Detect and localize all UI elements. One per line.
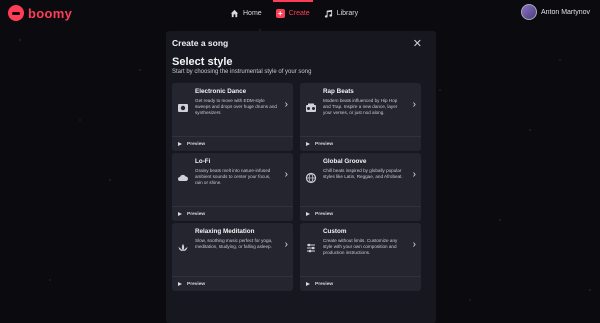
chevron-right-icon: › [412,169,416,180]
play-icon [178,282,182,286]
chevron-right-icon: › [412,99,416,110]
main-nav: Home + Create Library [230,0,358,26]
section-subtitle: Start by choosing the instrumental style… [172,69,312,75]
card-description: Create without limits. Customize any sty… [323,238,398,256]
card-description: Get ready to move with EDM-style sweeps … [195,98,277,116]
speaker-icon [178,104,188,112]
preview-label: Preview [187,281,206,287]
chevron-right-icon: › [284,169,288,180]
create-icon: + [275,8,285,18]
avatar [520,4,537,20]
logo-mark-icon [8,5,24,21]
play-icon [306,282,310,286]
play-icon [178,142,182,146]
preview-label: Preview [315,141,334,147]
style-card-rap-beats[interactable]: Rap Beats Modern beats influenced by Hip… [300,83,421,151]
nav-home[interactable]: Home [230,0,262,26]
card-title: Relaxing Meditation [195,228,255,235]
nav-home-label: Home [243,9,262,17]
music-note-icon [324,9,332,18]
card-title: Lo-Fi [195,158,211,165]
globe-icon [305,172,317,184]
play-icon [178,212,182,216]
chevron-right-icon: › [284,239,288,250]
card-description: Chill beats inspired by globally popular… [323,168,403,180]
user-name: Anton Martynov [540,8,590,16]
card-title: Rap Beats [323,88,354,95]
style-card-custom[interactable]: Custom Create without limits. Customize … [300,223,421,291]
preview-button[interactable]: Preview [172,276,293,291]
play-icon [306,212,310,216]
nav-create-label: Create [288,9,310,17]
preview-button[interactable]: Preview [300,206,421,221]
cloud-icon [178,174,189,181]
card-description: Slow, soothing music perfect for yoga, m… [195,238,273,250]
chevron-right-icon: › [284,99,288,110]
top-navigation: boomy Home + Create Library Anton Martyn… [0,0,600,26]
modal-title: Create a song [172,38,229,48]
preview-label: Preview [315,211,334,217]
card-description: Grainy beats melt into nature-infused am… [195,168,271,186]
sliders-icon [307,243,315,253]
user-menu[interactable]: Anton Martynov [520,4,590,20]
preview-label: Preview [187,211,206,217]
lotus-icon [178,244,188,252]
card-title: Custom [323,228,347,235]
nav-create[interactable]: + Create [272,0,313,26]
home-icon [230,9,239,17]
style-card-electronic-dance[interactable]: Electronic Dance Get ready to move with … [172,83,293,151]
boomy-logo[interactable]: boomy [8,5,72,21]
logo-text: boomy [28,5,73,21]
nav-library[interactable]: Library [324,0,358,26]
preview-button[interactable]: Preview [172,136,293,151]
style-card-relaxing-meditation[interactable]: Relaxing Meditation Slow, soothing music… [172,223,293,291]
close-icon[interactable]: ✕ [413,37,422,50]
style-card-global-groove[interactable]: Global Groove Chill beats inspired by gl… [300,153,421,221]
card-description: Modern beats influenced by Hip Hop and T… [323,98,398,116]
preview-label: Preview [187,141,206,147]
preview-button[interactable]: Preview [172,206,293,221]
preview-label: Preview [315,281,334,287]
create-song-modal: Create a song ✕ Select style Start by ch… [166,31,436,323]
preview-button[interactable]: Preview [300,276,421,291]
style-card-lo-fi[interactable]: Lo-Fi Grainy beats melt into nature-infu… [172,153,293,221]
card-title: Electronic Dance [195,88,247,95]
play-icon [306,142,310,146]
chevron-right-icon: › [412,239,416,250]
section-title: Select style [172,56,233,68]
preview-button[interactable]: Preview [300,136,421,151]
boombox-icon [306,103,316,112]
nav-library-label: Library [336,9,359,17]
card-title: Global Groove [323,158,367,165]
